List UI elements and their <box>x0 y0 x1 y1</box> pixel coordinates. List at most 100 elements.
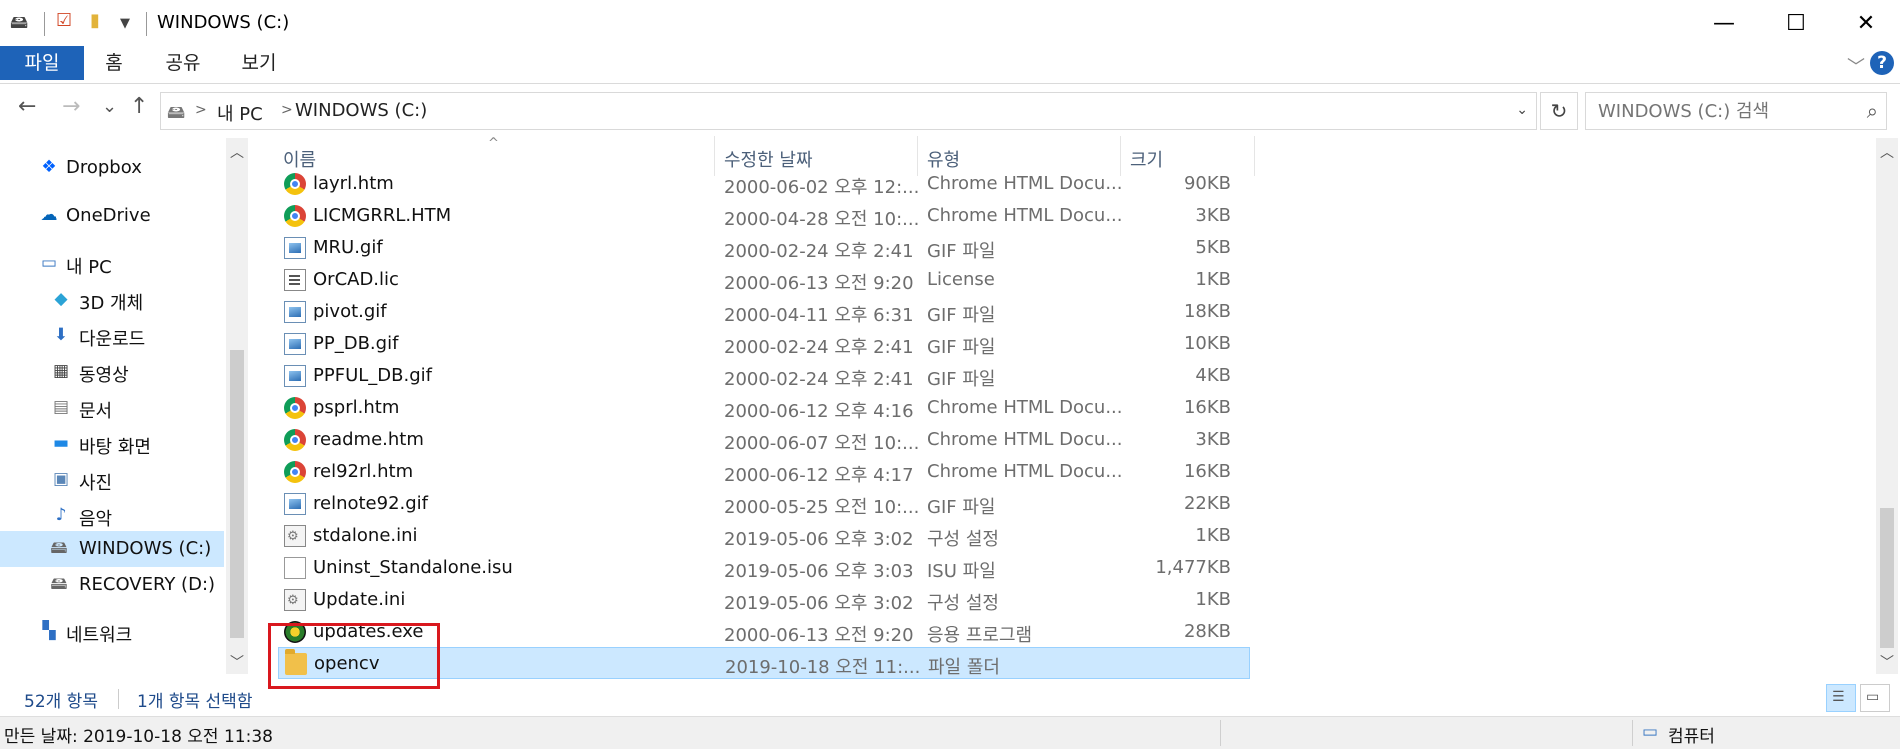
navigation-pane: ❖ Dropbox ☁ OneDrive ▭ 내 PC ◆ 3D 개체 ⬇ 다운… <box>0 136 224 674</box>
column-divider[interactable] <box>1254 136 1255 176</box>
3d-objects-icon: ◆ <box>54 289 68 309</box>
details-view-button[interactable]: ☰ <box>1826 684 1856 712</box>
breadcrumb-separator[interactable]: > <box>281 102 293 118</box>
sidebar-item-my-pc[interactable]: ▭ 내 PC <box>0 246 224 282</box>
sidebar-scrollbar[interactable]: ︿ ﹀ <box>226 138 248 674</box>
config-settings-icon <box>284 525 306 547</box>
address-history-dropdown-icon[interactable]: ⌄ <box>1516 102 1528 118</box>
item-status-line: 52개 항목 1개 항목 선택함 <box>0 680 1900 716</box>
ribbon-tabs: 파일 홈 공유 보기 ﹀ ? <box>0 46 1900 84</box>
recent-locations-button[interactable]: ⌄ <box>102 96 117 117</box>
quick-access-dropdown-icon[interactable]: ▼ <box>120 16 130 31</box>
divider <box>146 12 147 36</box>
file-row[interactable]: layrl.htm 2000-06-02 오후 12:... Chrome HT… <box>278 168 1250 200</box>
gif-file-icon <box>284 333 306 355</box>
sidebar-item-network[interactable]: ▚ 네트워크 <box>0 614 224 650</box>
file-row[interactable]: PPFUL_DB.gif 2000-02-24 오후 2:41 GIF 파일 4… <box>278 360 1250 392</box>
search-input[interactable] <box>1596 100 1850 123</box>
drive-icon: 🖴 <box>167 102 186 123</box>
license-file-icon <box>284 269 306 291</box>
file-row[interactable]: stdalone.ini 2019-05-06 오후 3:02 구성 설정 1K… <box>278 520 1250 552</box>
sidebar-item-windows-c[interactable]: 🖴 WINDOWS (C:) <box>0 531 224 567</box>
file-row[interactable]: Update.ini 2019-05-06 오후 3:02 구성 설정 1KB <box>278 584 1250 616</box>
file-row[interactable]: psprl.htm 2000-06-12 오후 4:16 Chrome HTML… <box>278 392 1250 424</box>
drive-icon: 🖴 <box>50 574 68 594</box>
sidebar-item-pictures[interactable]: ▣ 사진 <box>0 462 224 498</box>
search-icon[interactable]: ⌕ <box>1867 99 1878 123</box>
sidebar-item-videos[interactable]: ▦ 동영상 <box>0 354 224 390</box>
file-row[interactable]: MRU.gif 2000-02-24 오후 2:41 GIF 파일 5KB <box>278 232 1250 264</box>
created-date: 만든 날짜: 2019-10-18 오전 11:38 <box>4 727 273 747</box>
drive-icon: 🖴 <box>50 538 68 558</box>
sidebar-item-3d-objects[interactable]: ◆ 3D 개체 <box>0 282 224 318</box>
file-list-scrollbar[interactable]: ︿ ﹀ <box>1876 138 1898 674</box>
column-headers: ^ 이름 수정한 날짜 유형 크기 <box>0 136 1900 172</box>
file-row[interactable]: pivot.gif 2000-04-11 오후 6:31 GIF 파일 18KB <box>278 296 1250 328</box>
file-row[interactable]: relnote92.gif 2000-05-25 오전 10:... GIF 파… <box>278 488 1250 520</box>
up-button[interactable]: ↑ <box>130 94 148 119</box>
divider <box>1632 720 1633 746</box>
file-row[interactable]: LICMGRRL.HTM 2000-04-28 오전 10:... Chrome… <box>278 200 1250 232</box>
forward-button[interactable]: → <box>62 94 80 119</box>
scroll-down-icon[interactable]: ﹀ <box>1876 652 1898 672</box>
sidebar-item-downloads[interactable]: ⬇ 다운로드 <box>0 318 224 354</box>
navigation-bar: ← → ⌄ ↑ 🖴 > 내 PC > WINDOWS (C:) ⌄ ↻ ⌕ <box>0 84 1900 136</box>
chrome-html-icon <box>284 429 306 451</box>
tab-home[interactable]: 홈 <box>96 46 132 80</box>
divider <box>1220 720 1221 746</box>
sidebar-item-recovery-d[interactable]: 🖴 RECOVERY (D:) <box>0 567 224 603</box>
tab-view[interactable]: 보기 <box>236 46 282 80</box>
back-button[interactable]: ← <box>18 94 36 119</box>
scroll-up-icon[interactable]: ︿ <box>1876 142 1898 162</box>
config-settings-icon <box>284 589 306 611</box>
chrome-html-icon <box>284 397 306 419</box>
onedrive-icon: ☁ <box>40 205 58 225</box>
new-folder-icon[interactable]: ▮ <box>90 10 100 31</box>
search-box[interactable]: ⌕ <box>1585 92 1887 130</box>
sidebar-item-documents[interactable]: ▤ 문서 <box>0 390 224 426</box>
large-icons-view-icon: ▭ <box>1866 689 1880 705</box>
refresh-button[interactable]: ↻ <box>1540 92 1578 130</box>
explorer-app-icon: 🖴 <box>10 12 29 33</box>
computer-icon: ▭ <box>1642 722 1659 742</box>
breadcrumb-my-pc[interactable]: 내 PC <box>217 100 263 126</box>
details-view-icon: ☰ <box>1832 689 1845 705</box>
sidebar-item-music[interactable]: ♪ 음악 <box>0 498 224 534</box>
file-row[interactable]: rel92rl.htm 2000-06-12 오후 4:17 Chrome HT… <box>278 456 1250 488</box>
breadcrumb-windows-c[interactable]: WINDOWS (C:) <box>295 100 427 121</box>
selection-count: 1개 항목 선택함 <box>137 692 253 712</box>
sidebar-item-desktop[interactable]: ▬ 바탕 화면 <box>0 426 224 462</box>
pictures-icon: ▣ <box>52 469 70 489</box>
tab-file[interactable]: 파일 <box>0 46 84 80</box>
close-button[interactable]: ✕ <box>1822 0 1900 46</box>
gif-file-icon <box>284 237 306 259</box>
file-row[interactable]: Uninst_Standalone.isu 2019-05-06 오후 3:03… <box>278 552 1250 584</box>
expand-ribbon-icon[interactable]: ﹀ <box>1847 53 1865 79</box>
videos-icon: ▦ <box>52 361 70 381</box>
file-list-scroll-thumb[interactable] <box>1880 508 1894 648</box>
breadcrumb-separator[interactable]: > <box>195 102 207 118</box>
music-icon: ♪ <box>55 505 67 525</box>
divider <box>118 689 119 709</box>
chrome-html-icon <box>284 205 306 227</box>
help-icon[interactable]: ? <box>1870 51 1894 75</box>
sidebar-item-onedrive[interactable]: ☁ OneDrive <box>0 198 224 234</box>
gif-file-icon <box>284 301 306 323</box>
file-row[interactable]: OrCAD.lic 2000-06-13 오전 9:20 License 1KB <box>278 264 1250 296</box>
blank-file-icon <box>284 557 306 579</box>
file-row[interactable]: readme.htm 2000-06-07 오전 10:... Chrome H… <box>278 424 1250 456</box>
address-bar[interactable]: 🖴 > 내 PC > WINDOWS (C:) ⌄ <box>160 92 1537 130</box>
large-icons-view-button[interactable]: ▭ <box>1860 684 1890 712</box>
network-icon: ▚ <box>42 621 56 641</box>
sidebar-scroll-thumb[interactable] <box>230 350 244 638</box>
window-title: WINDOWS (C:) <box>157 12 290 33</box>
downloads-icon: ⬇ <box>53 325 69 345</box>
location-label: 컴퓨터 <box>1668 727 1715 747</box>
documents-icon: ▤ <box>52 397 70 417</box>
tab-share[interactable]: 공유 <box>160 46 206 80</box>
gif-file-icon <box>284 365 306 387</box>
file-row[interactable]: PP_DB.gif 2000-02-24 오후 2:41 GIF 파일 10KB <box>278 328 1250 360</box>
scroll-down-icon[interactable]: ﹀ <box>226 652 248 672</box>
properties-icon[interactable]: ☑ <box>56 10 72 31</box>
status-bar: 만든 날짜: 2019-10-18 오전 11:38 ▭ 컴퓨터 <box>0 716 1900 749</box>
